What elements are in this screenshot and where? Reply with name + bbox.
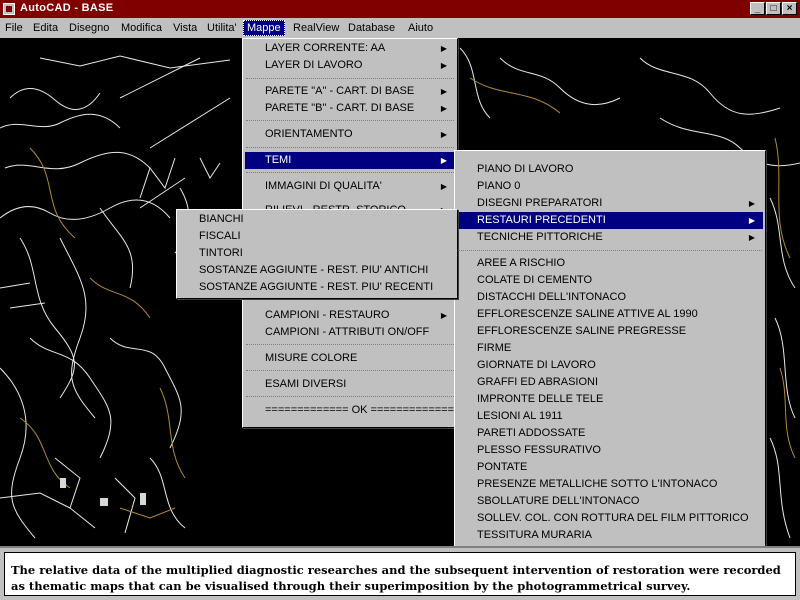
menu-item-sollevamento-colore[interactable]: SOLLEV. COL. CON ROTTURA DEL FILM PITTOR…	[457, 510, 763, 527]
menu-edita[interactable]: Edita	[30, 21, 61, 35]
menu-separator	[246, 147, 454, 148]
menu-item-tessitura-muraria[interactable]: TESSITURA MURARIA	[457, 527, 763, 544]
menu-item-piano-0[interactable]: PIANO 0	[457, 178, 763, 195]
menu-item-graffi-abrasioni[interactable]: GRAFFI ED ABRASIONI	[457, 374, 763, 391]
menu-item-fiscali[interactable]: FISCALI	[179, 228, 455, 245]
menu-item-tintori[interactable]: TINTORI	[179, 245, 455, 262]
window-title: AutoCAD - BASE	[20, 2, 114, 14]
menu-item-aree-a-rischio[interactable]: AREE A RISCHIO	[457, 255, 763, 272]
submenu-arrow-icon: ▶	[440, 130, 447, 139]
submenu-arrow-icon: ▶	[440, 87, 447, 96]
close-button[interactable]: ×	[782, 2, 797, 15]
submenu-arrow-icon: ▶	[440, 104, 447, 113]
menu-item-parete-b[interactable]: PARETE "B" - CART. DI BASE ▶	[245, 100, 455, 117]
submenu-arrow-icon: ▶	[440, 156, 447, 165]
menu-item-giornate-di-lavoro[interactable]: GIORNATE DI LAVORO	[457, 357, 763, 374]
menu-item-lesioni-1911[interactable]: LESIONI AL 1911	[457, 408, 763, 425]
menu-item-restauri-precedenti[interactable]: RESTAURI PRECEDENTI ▶	[457, 212, 763, 229]
menu-item-colate-di-cemento[interactable]: COLATE DI CEMENTO	[457, 272, 763, 289]
menu-item-plesso-fessurativo[interactable]: PLESSO FESSURATIVO	[457, 442, 763, 459]
menu-item-immagini-qualita[interactable]: IMMAGINI DI QUALITA' ▶	[245, 178, 455, 195]
menu-item-efflorescenze-attive[interactable]: EFFLORESCENZE SALINE ATTIVE AL 1990	[457, 306, 763, 323]
minimize-button[interactable]: _	[750, 2, 765, 15]
menu-item-esami-diversi[interactable]: ESAMI DIVERSI	[245, 376, 455, 393]
menu-separator	[246, 370, 454, 371]
menu-item-bianchi[interactable]: BIANCHI	[179, 211, 455, 228]
menu-item-presenze-metalliche[interactable]: PRESENZE METALLICHE SOTTO L'INTONACO	[457, 476, 763, 493]
restauri-precedenti-submenu: BIANCHI FISCALI TINTORI SOSTANZE AGGIUNT…	[176, 209, 458, 299]
menu-separator	[246, 78, 454, 79]
menu-bar: File Edita Disegno Modifica Vista Utilit…	[0, 18, 800, 38]
menu-item-tecniche-pittoriche[interactable]: TECNICHE PITTORICHE ▶	[457, 229, 763, 246]
caption-text: The relative data of the multiplied diag…	[4, 552, 796, 596]
title-bar: AutoCAD - BASE _ □ ×	[0, 0, 800, 18]
submenu-arrow-icon: ▶	[440, 311, 447, 320]
menu-item-pareti-addossate[interactable]: PARETI ADDOSSATE	[457, 425, 763, 442]
menu-aiuto[interactable]: Aiuto	[405, 21, 436, 35]
menu-utilita[interactable]: Utilita'	[204, 21, 240, 35]
maximize-button[interactable]: □	[766, 2, 781, 15]
menu-realview[interactable]: RealView	[290, 21, 342, 35]
menu-separator	[246, 396, 454, 397]
menu-item-impronte-tele[interactable]: IMPRONTE DELLE TELE	[457, 391, 763, 408]
submenu-arrow-icon: ▶	[748, 233, 755, 242]
menu-separator	[246, 344, 454, 345]
submenu-arrow-icon: ▶	[748, 216, 755, 225]
menu-separator	[246, 120, 454, 121]
menu-database[interactable]: Database	[345, 21, 398, 35]
submenu-arrow-icon: ▶	[440, 61, 447, 70]
menu-item-misure-colore[interactable]: MISURE COLORE	[245, 350, 455, 367]
menu-modifica[interactable]: Modifica	[118, 21, 165, 35]
menu-item-layer-corrente[interactable]: LAYER CORRENTE: AA ▶	[245, 40, 455, 57]
autocad-icon[interactable]	[3, 3, 15, 15]
menu-item-efflorescenze-pregresse[interactable]: EFFLORESCENZE SALINE PREGRESSE	[457, 323, 763, 340]
menu-item-sostanze-antichi[interactable]: SOSTANZE AGGIUNTE - REST. PIU' ANTICHI	[179, 262, 455, 279]
menu-item-disegni-preparatori[interactable]: DISEGNI PREPARATORI ▶	[457, 195, 763, 212]
menu-item-orientamento[interactable]: ORIENTAMENTO ▶	[245, 126, 455, 143]
menu-disegno[interactable]: Disegno	[66, 21, 112, 35]
temi-submenu: PIANO DI LAVORO PIANO 0 DISEGNI PREPARAT…	[454, 150, 766, 547]
menu-item-sbollature-intonaco[interactable]: SBOLLATURE DELL'INTONACO	[457, 493, 763, 510]
submenu-arrow-icon: ▶	[440, 44, 447, 53]
menu-file[interactable]: File	[2, 21, 26, 35]
menu-separator	[458, 250, 762, 251]
submenu-arrow-icon: ▶	[748, 199, 755, 208]
menu-item-pontate[interactable]: PONTATE	[457, 459, 763, 476]
menu-mappe[interactable]: Mappe	[243, 20, 285, 36]
command-area: The relative data of the multiplied diag…	[0, 546, 800, 600]
menu-item-campioni-restauro[interactable]: CAMPIONI - RESTAURO ▶	[245, 307, 455, 324]
menu-item-firme[interactable]: FIRME	[457, 340, 763, 357]
submenu-arrow-icon: ▶	[440, 182, 447, 191]
menu-item-parete-a[interactable]: PARETE "A" - CART. DI BASE ▶	[245, 83, 455, 100]
menu-item-ok[interactable]: ============= OK =============	[245, 402, 455, 419]
menu-item-sostanze-recenti[interactable]: SOSTANZE AGGIUNTE - REST. PIU' RECENTI	[179, 279, 455, 296]
menu-item-temi[interactable]: TEMI ▶	[245, 152, 455, 169]
menu-item-distacchi-intonaco[interactable]: DISTACCHI DELL'INTONACO	[457, 289, 763, 306]
menu-separator	[246, 172, 454, 173]
menu-item-campioni-attributi[interactable]: CAMPIONI - ATTRIBUTI ON/OFF	[245, 324, 455, 341]
menu-item-piano-di-lavoro[interactable]: PIANO DI LAVORO	[457, 161, 763, 178]
menu-item-layer-di-lavoro[interactable]: LAYER DI LAVORO ▶	[245, 57, 455, 74]
menu-vista[interactable]: Vista	[170, 21, 200, 35]
